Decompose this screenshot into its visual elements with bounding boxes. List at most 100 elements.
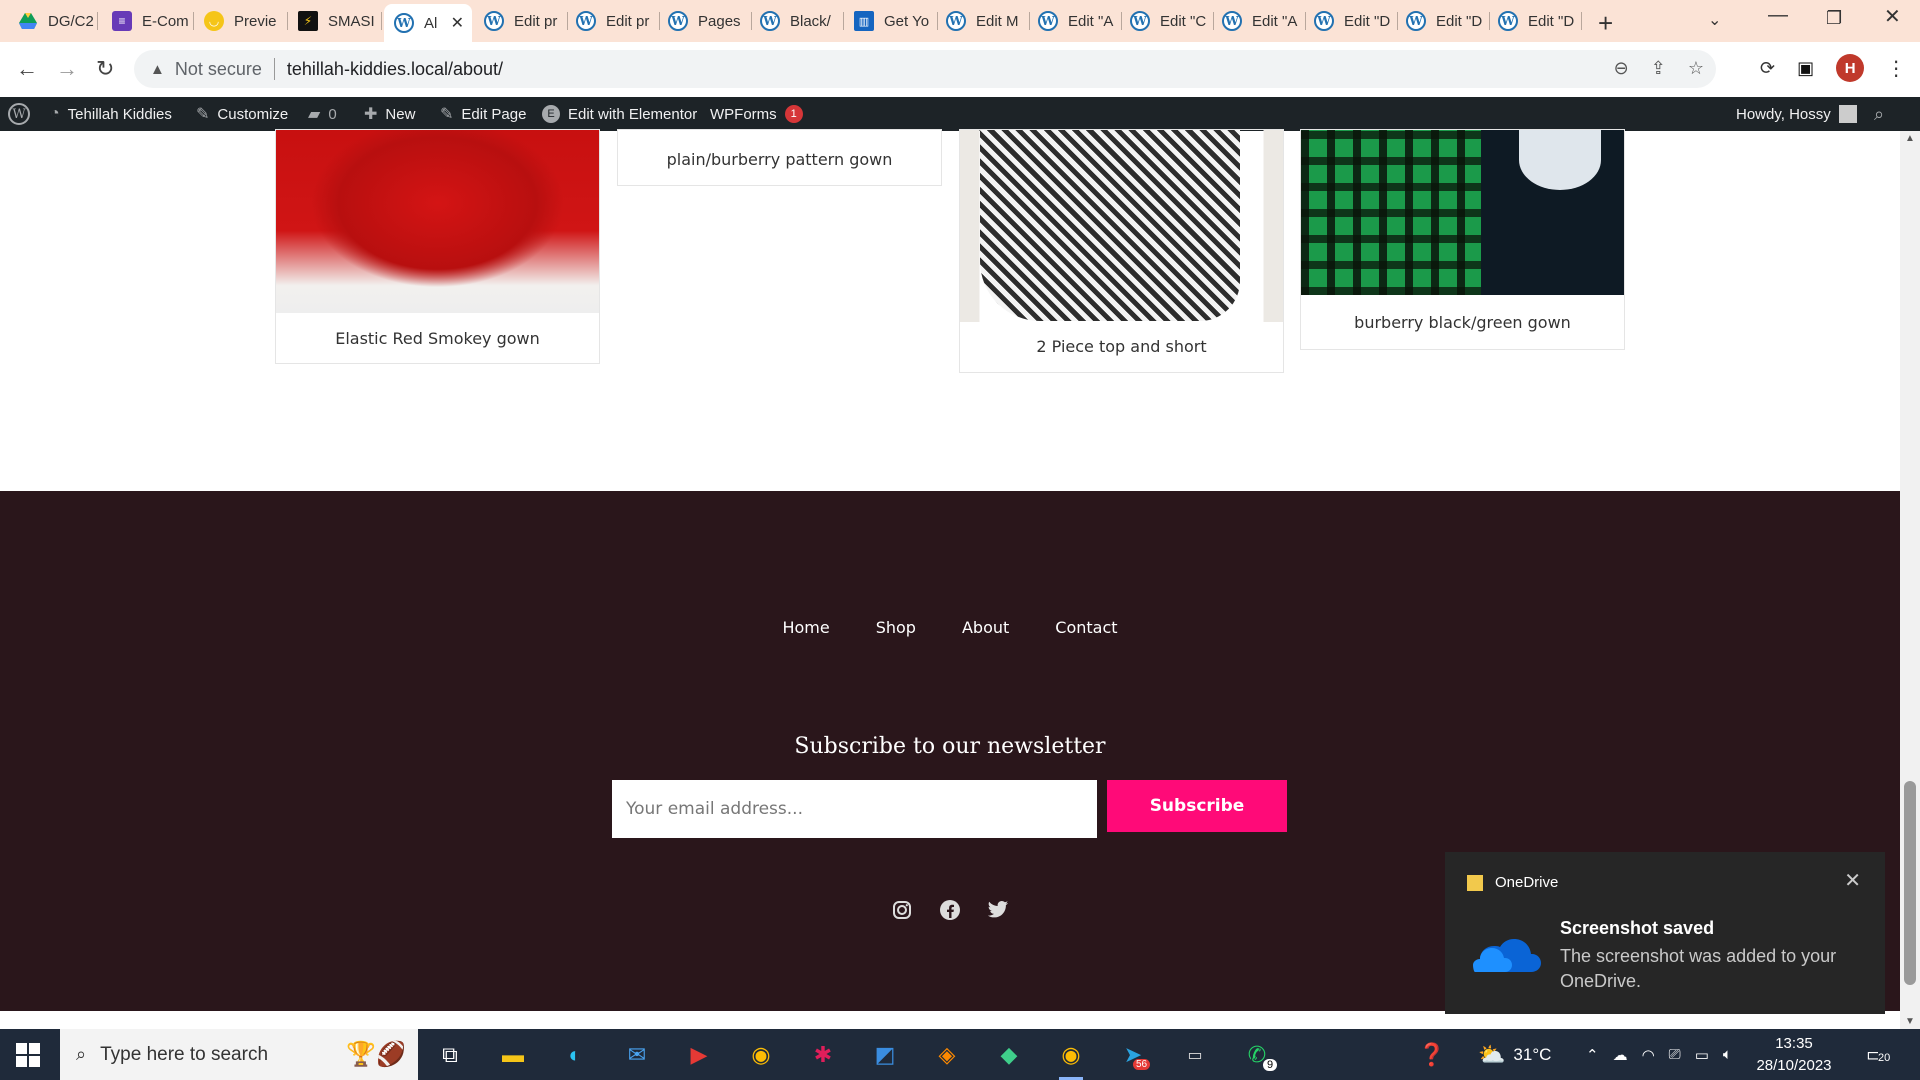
wp-comments[interactable]: ▰ 0 <box>308 97 337 131</box>
battery-icon[interactable]: ▭ <box>1695 1046 1709 1064</box>
wp-customize[interactable]: ✎ Customize <box>196 97 288 131</box>
tab-16[interactable]: W Edit "D <box>1406 6 1490 36</box>
wp-edit-elementor[interactable]: E Edit with Elementor <box>542 97 697 131</box>
chrome-icon[interactable]: ◉ <box>745 1039 777 1071</box>
restore-button[interactable]: ❐ <box>1826 8 1842 29</box>
url-text[interactable]: tehillah-kiddies.local/about/ <box>287 59 503 80</box>
zoom-icon[interactable]: ⊖ <box>1614 58 1629 79</box>
tab-4[interactable]: ⚡ SMASI <box>298 6 382 36</box>
tab-11[interactable]: W Edit M <box>946 6 1030 36</box>
tab-3[interactable]: ◡ Previe <box>204 6 288 36</box>
wp-site-name[interactable]: ◔ Tehillah Kiddies <box>50 97 172 131</box>
back-button[interactable]: ← <box>16 56 38 82</box>
onedrive-notification[interactable]: OneDrive ✕ Screenshot saved The screensh… <box>1445 852 1885 1014</box>
tab-search-chevron-icon[interactable]: ⌄ <box>1708 10 1721 30</box>
onedrive-tray-icon[interactable]: ☁ <box>1613 1046 1628 1064</box>
wp-wpforms[interactable]: WPForms 1 <box>710 97 803 131</box>
product-card[interactable]: burberry black/green gown <box>1300 129 1625 350</box>
minimize-button[interactable]: — <box>1768 4 1788 27</box>
photo-app-icon[interactable]: ◩ <box>869 1039 901 1071</box>
mail-icon[interactable]: ✉ <box>621 1039 653 1071</box>
task-view-icon[interactable]: ⧉ <box>434 1039 466 1071</box>
product-image[interactable] <box>1301 130 1624 295</box>
wifi-icon[interactable]: ◠ <box>1642 1046 1655 1064</box>
page-scrollbar[interactable]: ▲ ▼ <box>1900 131 1920 1029</box>
footer-link-about[interactable]: About <box>962 618 1009 637</box>
wp-edit-page[interactable]: ✎ Edit Page <box>440 97 526 131</box>
bookmark-star-icon[interactable]: ☆ <box>1688 58 1704 79</box>
terminal-icon[interactable]: ▭ <box>1179 1039 1211 1071</box>
plus-icon: ✚ <box>364 106 378 123</box>
tab-active-about[interactable]: W Al ✕ <box>384 4 472 42</box>
edge-icon[interactable]: ◐ <box>559 1039 591 1071</box>
file-explorer-icon[interactable]: ▬ <box>497 1039 529 1071</box>
side-panel-icon[interactable]: ▣ <box>1797 58 1814 79</box>
devtool-icon[interactable]: ◆ <box>993 1039 1025 1071</box>
onedrive-app-icon <box>1467 875 1483 891</box>
tab-10[interactable]: ▥ Get Yo <box>854 6 938 36</box>
footer-link-home[interactable]: Home <box>782 618 829 637</box>
scroll-up-icon[interactable]: ▲ <box>1905 133 1915 144</box>
slack-icon[interactable]: ✱ <box>807 1039 839 1071</box>
tab-6[interactable]: W Edit pr <box>484 6 568 36</box>
profile-avatar[interactable]: H <box>1836 54 1865 82</box>
close-icon[interactable]: ✕ <box>451 13 464 33</box>
system-clock[interactable]: 13:35 28/10/2023 <box>1750 1033 1838 1077</box>
windows-start-icon[interactable] <box>16 1043 40 1067</box>
bank-icon: ▥ <box>854 11 874 31</box>
wp-logo-icon[interactable]: W <box>8 97 30 131</box>
facebook-icon[interactable] <box>937 897 963 923</box>
scroll-down-icon[interactable]: ▼ <box>1905 1016 1915 1027</box>
forward-button[interactable]: → <box>56 56 78 82</box>
product-card[interactable]: 2 Piece top and short <box>959 129 1284 373</box>
product-caption[interactable]: plain/burberry pattern gown <box>618 137 941 185</box>
weather-widget[interactable]: ⛅ 31°C <box>1478 1029 1551 1080</box>
address-bar[interactable]: ▲ Not secure tehillah-kiddies.local/abou… <box>134 50 1716 88</box>
wp-new[interactable]: ✚ New <box>364 97 415 131</box>
close-icon[interactable]: ✕ <box>1844 868 1861 893</box>
chrome-profile-icon[interactable]: ◉ <box>1055 1039 1087 1080</box>
taskbar-search[interactable]: ⌕ Type here to search 🏆🏈 <box>60 1029 418 1080</box>
help-icon[interactable]: ❓ <box>1416 1039 1448 1071</box>
email-input[interactable] <box>612 780 1097 838</box>
product-caption[interactable]: Elastic Red Smokey gown <box>276 315 599 363</box>
tab-8[interactable]: W Pages <box>668 6 752 36</box>
product-card[interactable]: plain/burberry pattern gown <box>617 129 942 186</box>
tab-7[interactable]: W Edit pr <box>576 6 660 36</box>
wordpress-icon: W <box>1222 11 1242 31</box>
tab-13[interactable]: W Edit "C <box>1130 6 1214 36</box>
share-icon[interactable]: ⇪ <box>1651 58 1666 79</box>
video-app-icon[interactable]: ▶ <box>683 1039 715 1071</box>
tab-2[interactable]: ≡ E-Com <box>112 6 194 36</box>
tab-12[interactable]: W Edit "A <box>1038 6 1122 36</box>
extension-icon[interactable]: ⟳ <box>1760 58 1775 79</box>
product-card[interactable]: Elastic Red Smokey gown <box>275 129 600 364</box>
twitter-icon[interactable] <box>985 897 1011 923</box>
tab-15[interactable]: W Edit "D <box>1314 6 1398 36</box>
scrollbar-thumb[interactable] <box>1904 781 1916 985</box>
tab-17[interactable]: W Edit "D <box>1498 6 1582 36</box>
subscribe-button[interactable]: Subscribe <box>1107 780 1287 832</box>
tab-14[interactable]: W Edit "A <box>1222 6 1306 36</box>
footer-link-shop[interactable]: Shop <box>876 618 916 637</box>
new-tab-button[interactable]: + <box>1598 8 1613 39</box>
reload-button[interactable]: ↻ <box>96 56 114 82</box>
wp-howdy[interactable]: Howdy, Hossy <box>1736 97 1857 131</box>
notification-center-icon[interactable]: ▭ 20 <box>1866 1042 1894 1066</box>
brave-vpn-icon[interactable]: ◈ <box>931 1039 963 1071</box>
close-window-button[interactable]: ✕ <box>1884 4 1901 29</box>
wordpress-icon: W <box>484 11 504 31</box>
tab-1[interactable]: DG/C2 <box>18 6 98 36</box>
product-caption[interactable]: burberry black/green gown <box>1301 297 1624 349</box>
tab-9[interactable]: W Black/ <box>760 6 844 36</box>
product-image[interactable] <box>276 130 599 313</box>
product-caption[interactable]: 2 Piece top and short <box>960 322 1283 372</box>
volume-icon[interactable]: 🔈︎ <box>1723 1046 1732 1063</box>
instagram-icon[interactable] <box>889 897 915 923</box>
menu-icon[interactable]: ⋮ <box>1886 56 1906 81</box>
product-image[interactable] <box>980 130 1240 321</box>
footer-link-contact[interactable]: Contact <box>1055 618 1117 637</box>
meet-icon[interactable]: ⎚ <box>1669 1046 1681 1063</box>
wp-search-icon[interactable]: ⌕ <box>1874 97 1884 131</box>
chevron-up-icon[interactable]: ⌃ <box>1586 1046 1599 1064</box>
